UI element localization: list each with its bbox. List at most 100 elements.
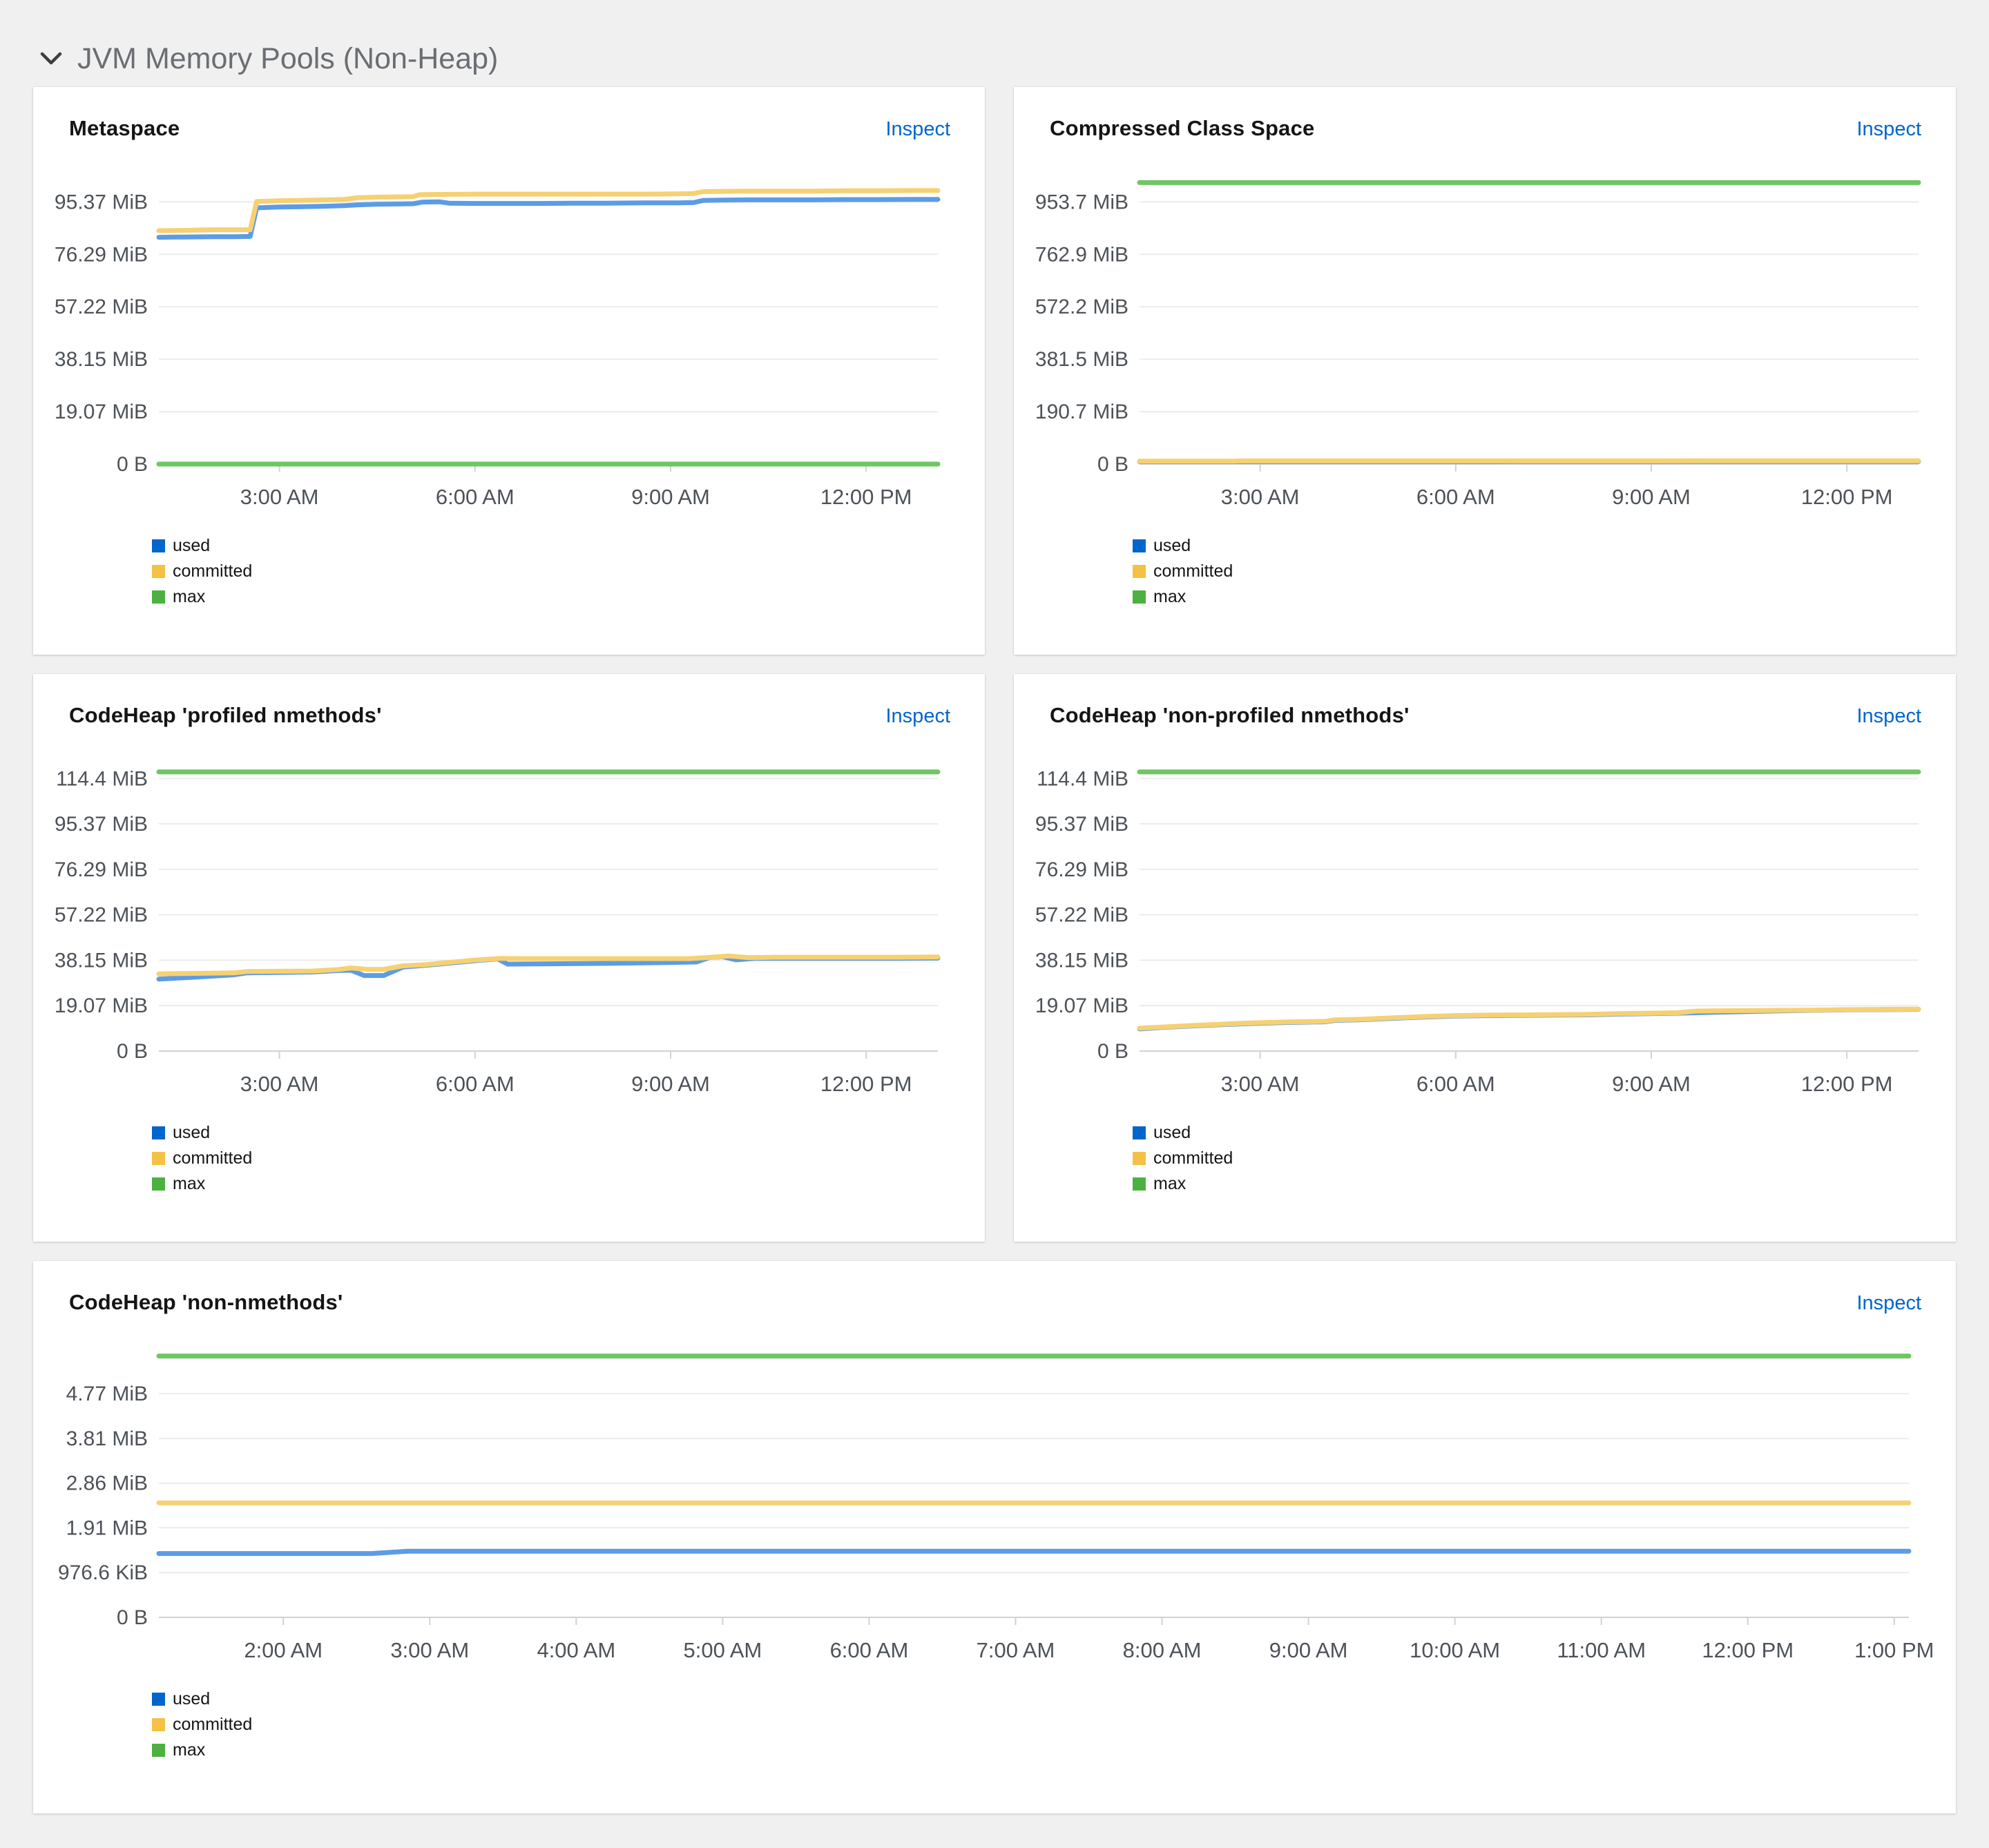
y-axis-label: 19.07 MiB — [55, 994, 148, 1017]
x-axis-label: 10:00 AM — [1410, 1638, 1500, 1662]
legend-item-max: max — [152, 587, 963, 607]
chart-legend: used committed max — [152, 1123, 963, 1194]
legend-item-used: used — [152, 1689, 1934, 1709]
x-axis-label: 3:00 AM — [240, 485, 319, 509]
legend-label: used — [173, 536, 211, 555]
legend-swatch-used — [1133, 539, 1146, 552]
legend-item-used: used — [1133, 1123, 1934, 1143]
x-axis-label: 12:00 PM — [820, 1072, 912, 1096]
chart-title: Compressed Class Space — [1050, 116, 1315, 140]
legend-label: used — [173, 1123, 211, 1142]
y-axis-label: 95.37 MiB — [55, 191, 148, 213]
inspect-link-compressed-class-space[interactable]: Inspect — [1857, 118, 1922, 141]
card-metaspace: Metaspace Inspect 95.37 MiB 76.29 MiB 57.2… — [33, 87, 985, 655]
chart-canvas-non-profiled-nmethods: 114.4 MiB 95.37 MiB 76.29 MiB 57.22 MiB 38.1… — [1036, 767, 1921, 1096]
card-profiled-nmethods: CodeHeap 'profiled nmethods' Inspect 114… — [33, 674, 985, 1242]
y-axis-label: 2.86 MiB — [66, 1472, 148, 1495]
y-axis-label: 976.6 KiB — [58, 1561, 148, 1584]
chart-title: Metaspace — [69, 116, 180, 140]
legend-swatch-max — [1133, 1177, 1146, 1191]
legend-item-used: used — [1133, 536, 1934, 556]
legend-swatch-committed — [152, 1718, 165, 1731]
x-axis-label: 6:00 AM — [1416, 1072, 1495, 1096]
legend-label: max — [1153, 1174, 1186, 1193]
x-axis-label: 3:00 AM — [390, 1638, 469, 1662]
y-axis-label: 38.15 MiB — [1036, 949, 1128, 972]
chart-title: CodeHeap 'profiled nmethods' — [69, 703, 382, 727]
inspect-link-metaspace[interactable]: Inspect — [886, 118, 951, 141]
y-axis-label: 4.77 MiB — [66, 1383, 148, 1405]
x-axis-label: 4:00 AM — [537, 1638, 615, 1662]
chart-title: CodeHeap 'non-nmethods' — [69, 1290, 343, 1314]
chart-legend: used committed max — [1133, 1123, 1934, 1194]
y-axis-label: 95.37 MiB — [1036, 813, 1128, 836]
x-axis-label: 2:00 AM — [244, 1638, 323, 1662]
section-title: JVM Memory Pools (Non-Heap) — [77, 41, 499, 75]
legend-label: max — [173, 587, 206, 606]
x-axis-label: 3:00 AM — [1221, 1072, 1300, 1096]
y-axis-label: 0 B — [117, 1606, 148, 1629]
inspect-link-profiled-nmethods[interactable]: Inspect — [886, 705, 951, 728]
legend-label: committed — [173, 561, 253, 581]
series-line-used — [156, 197, 941, 240]
legend-item-max: max — [152, 1174, 963, 1194]
card-non-nmethods: CodeHeap 'non-nmethods' Inspect 4.77 MiB… — [33, 1261, 1956, 1813]
legend-item-used: used — [152, 536, 963, 556]
y-axis-label: 572.2 MiB — [1036, 296, 1128, 318]
x-axis-label: 9:00 AM — [631, 485, 710, 509]
x-axis-label: 9:00 AM — [631, 1072, 710, 1096]
y-axis-label: 953.7 MiB — [1036, 191, 1128, 213]
legend-swatch-max — [1133, 590, 1146, 604]
chart-canvas-compressed-class-space: 953.7 MiB 762.9 MiB 572.2 MiB 381.5 MiB 190.… — [1036, 180, 1921, 509]
y-axis-label: 381.5 MiB — [1036, 348, 1128, 371]
y-axis-label: 95.37 MiB — [55, 813, 148, 836]
x-axis-label: 6:00 AM — [1416, 485, 1495, 509]
y-axis-label: 57.22 MiB — [1036, 904, 1128, 927]
inspect-link-non-nmethods[interactable]: Inspect — [1857, 1292, 1922, 1315]
chart-canvas-metaspace: 95.37 MiB 76.29 MiB 57.22 MiB 38.15 MiB 19.0… — [55, 188, 941, 509]
y-axis-label: 0 B — [1097, 1040, 1128, 1063]
x-axis-label: 11:00 AM — [1557, 1638, 1646, 1662]
legend-item-max: max — [1133, 1174, 1934, 1194]
x-axis-label: 7:00 AM — [977, 1638, 1055, 1662]
x-axis-label: 9:00 AM — [1269, 1638, 1348, 1662]
legend-item-committed: committed — [152, 561, 963, 581]
y-axis-label: 114.4 MiB — [1037, 767, 1128, 790]
y-axis-label: 114.4 MiB — [56, 767, 148, 790]
legend-label: max — [173, 1174, 206, 1193]
legend-swatch-used — [152, 1693, 165, 1706]
charts-grid: Metaspace Inspect 95.37 MiB 76.29 MiB 57.2… — [0, 87, 1989, 1813]
chart-legend: used committed max — [1133, 536, 1934, 607]
x-axis-label: 12:00 PM — [1801, 1072, 1893, 1096]
y-axis-label: 1.91 MiB — [66, 1517, 148, 1539]
x-axis-label: 8:00 AM — [1123, 1638, 1202, 1662]
legend-swatch-used — [152, 1126, 165, 1139]
x-axis-label: 1:00 PM — [1854, 1638, 1934, 1662]
y-axis-label: 38.15 MiB — [55, 949, 148, 972]
x-axis-label: 6:00 AM — [436, 1072, 515, 1096]
x-axis-label: 3:00 AM — [1221, 485, 1300, 509]
legend-swatch-committed — [152, 565, 165, 578]
chart-canvas-profiled-nmethods: 114.4 MiB 95.37 MiB 76.29 MiB 57.22 MiB 38.1… — [55, 767, 941, 1096]
legend-swatch-committed — [1133, 1152, 1146, 1165]
y-axis-label: 38.15 MiB — [55, 348, 148, 371]
legend-item-max: max — [1133, 587, 1934, 607]
x-axis-label: 6:00 AM — [830, 1638, 909, 1662]
card-compressed-class-space: Compressed Class Space Inspect 953.7 MiB… — [1014, 87, 1956, 655]
y-axis-label: 762.9 MiB — [1036, 243, 1128, 266]
legend-swatch-max — [152, 590, 165, 604]
inspect-link-non-profiled-nmethods[interactable]: Inspect — [1857, 705, 1922, 728]
x-axis-label: 9:00 AM — [1612, 1072, 1691, 1096]
legend-item-committed: committed — [1133, 1148, 1934, 1168]
chevron-down-icon — [40, 52, 62, 66]
legend-swatch-used — [1133, 1126, 1146, 1139]
legend-item-used: used — [152, 1123, 963, 1143]
y-axis-label: 3.81 MiB — [66, 1427, 148, 1450]
y-axis-label: 76.29 MiB — [1036, 858, 1128, 881]
chart-legend: used committed max — [152, 536, 963, 607]
legend-label: committed — [173, 1715, 253, 1734]
x-axis-label: 3:00 AM — [240, 1072, 319, 1096]
section-toggle-jvm-memory-pools-non-heap[interactable]: JVM Memory Pools (Non-Heap) — [0, 0, 1989, 87]
legend-label: committed — [1153, 1148, 1233, 1168]
legend-swatch-max — [152, 1744, 165, 1757]
